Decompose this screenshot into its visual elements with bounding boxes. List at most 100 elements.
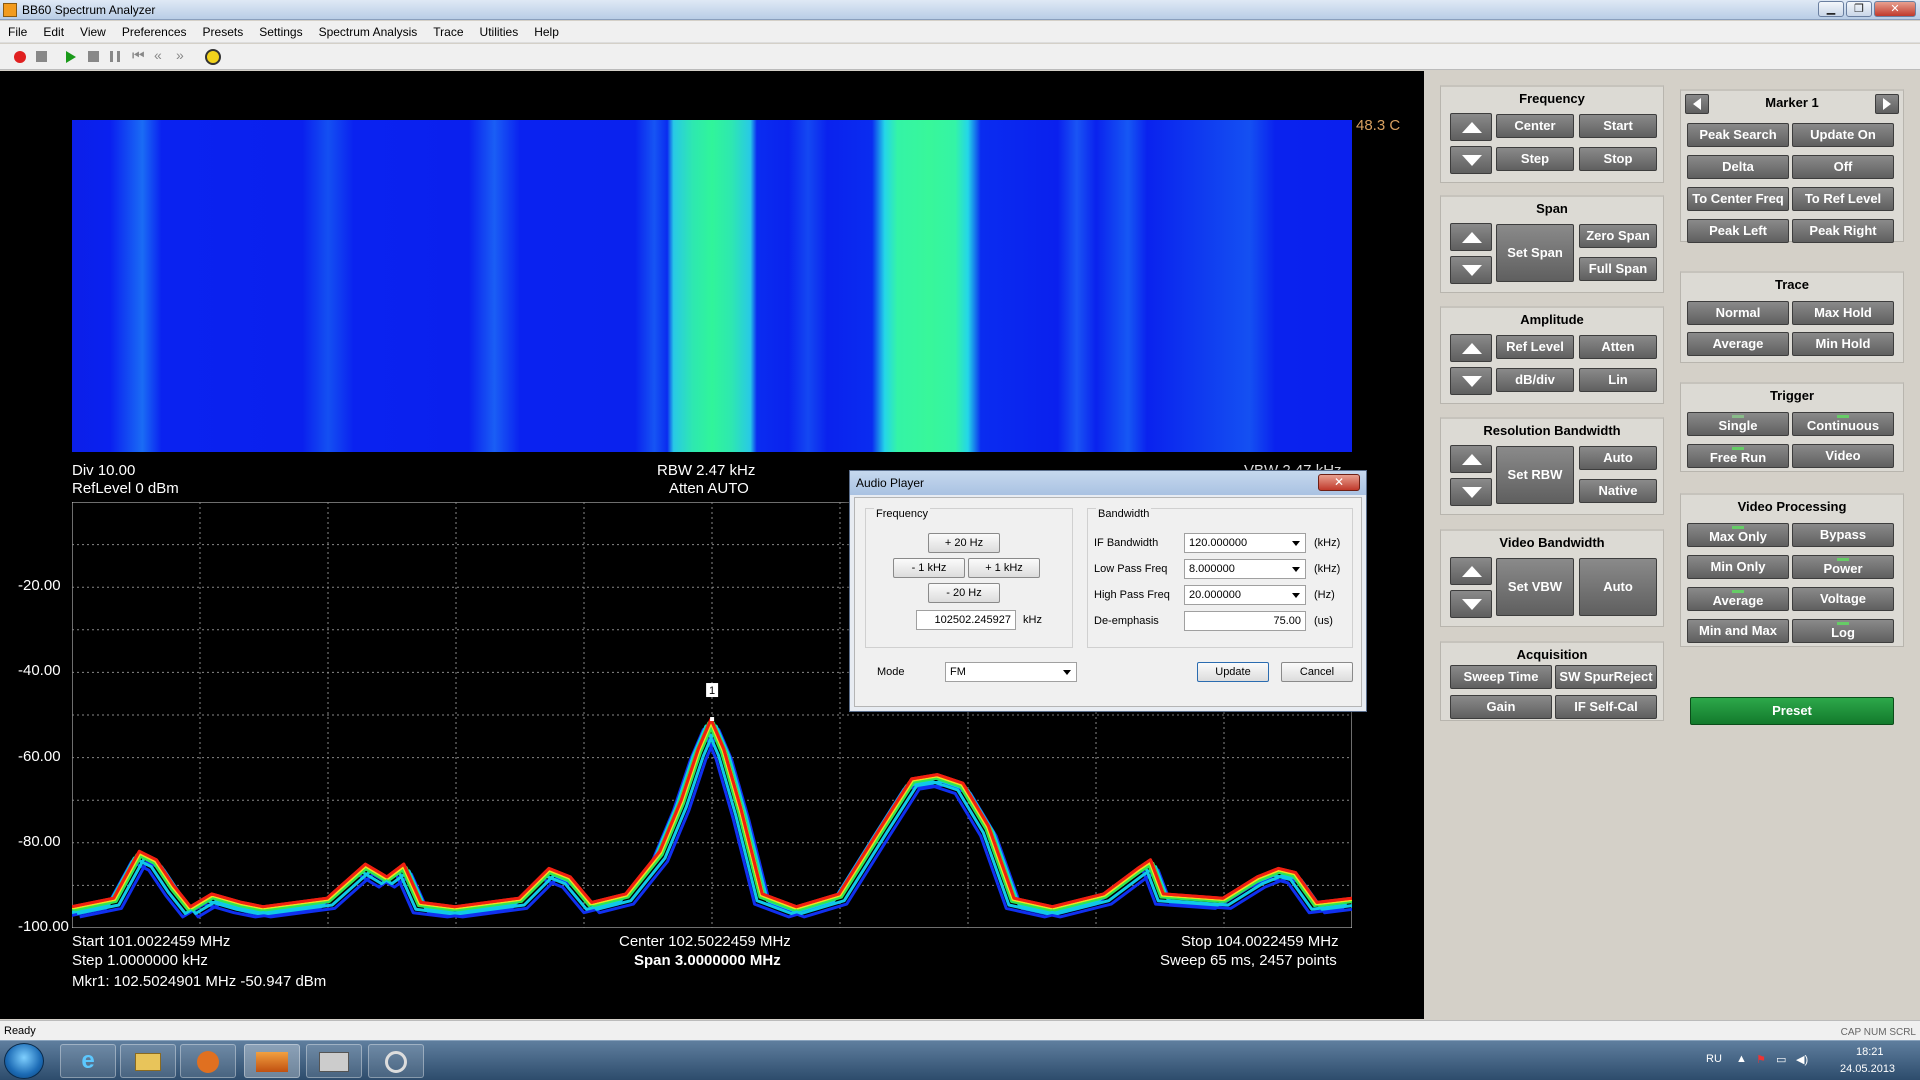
voltage-button[interactable]: Voltage xyxy=(1792,587,1894,611)
rbw-down-button[interactable] xyxy=(1450,478,1492,506)
peak-search-button[interactable]: Peak Search xyxy=(1687,123,1789,147)
rewind-icon[interactable]: ⏮ xyxy=(132,47,146,63)
minimize-button[interactable]: ▁ xyxy=(1818,1,1844,17)
marker-off-button[interactable]: Off xyxy=(1792,155,1894,179)
media-taskbar-button[interactable] xyxy=(180,1044,236,1078)
menu-help[interactable]: Help xyxy=(526,21,567,43)
de-emphasis-input[interactable]: 75.00 xyxy=(1184,611,1306,631)
tools-taskbar-button[interactable] xyxy=(368,1044,424,1078)
bypass-button[interactable]: Bypass xyxy=(1792,523,1894,547)
amplitude-up-button[interactable] xyxy=(1450,334,1492,362)
set-span-button[interactable]: Set Span xyxy=(1496,224,1574,282)
gain-button[interactable]: Gain xyxy=(1450,695,1552,719)
plus-1khz-button[interactable]: + 1 kHz xyxy=(968,558,1040,578)
update-on-button[interactable]: Update On xyxy=(1792,123,1894,147)
db-div-button[interactable]: dB/div xyxy=(1496,368,1574,392)
close-button[interactable]: ✕ xyxy=(1874,1,1916,17)
video-trigger-button[interactable]: Video xyxy=(1792,444,1894,468)
vbw-down-button[interactable] xyxy=(1450,590,1492,618)
stop-icon[interactable] xyxy=(36,51,47,62)
preset-button[interactable]: Preset xyxy=(1690,697,1894,725)
to-center-freq-button[interactable]: To Center Freq xyxy=(1687,187,1789,211)
frequency-down-button[interactable] xyxy=(1450,146,1492,174)
clock-time[interactable]: 18:21 xyxy=(1856,1046,1884,1058)
play-icon[interactable] xyxy=(66,51,76,63)
menu-presets[interactable]: Presets xyxy=(195,21,252,43)
to-ref-level-button[interactable]: To Ref Level xyxy=(1792,187,1894,211)
free-run-button[interactable]: Free Run xyxy=(1687,444,1789,468)
lin-button[interactable]: Lin xyxy=(1579,368,1657,392)
set-vbw-button[interactable]: Set VBW xyxy=(1496,558,1574,616)
if-bandwidth-select[interactable]: 120.000000 xyxy=(1184,533,1306,553)
delta-button[interactable]: Delta xyxy=(1687,155,1789,179)
zero-span-button[interactable]: Zero Span xyxy=(1579,224,1657,248)
ref-level-button[interactable]: Ref Level xyxy=(1496,335,1574,359)
network-icon[interactable]: ▭ xyxy=(1776,1053,1786,1066)
center-button[interactable]: Center xyxy=(1496,114,1574,138)
max-only-button[interactable]: Max Only xyxy=(1687,523,1789,547)
app-taskbar-button[interactable] xyxy=(306,1044,362,1078)
min-and-max-button[interactable]: Min and Max xyxy=(1687,619,1789,643)
sweep-icon[interactable] xyxy=(205,49,221,65)
sw-spur-reject-button[interactable]: SW SpurReject xyxy=(1555,665,1657,689)
start-button[interactable]: Start xyxy=(1579,114,1657,138)
explorer-taskbar-button[interactable] xyxy=(120,1044,176,1078)
maximize-button[interactable]: ❐ xyxy=(1846,1,1872,17)
update-button[interactable]: Update xyxy=(1197,662,1269,682)
frequency-up-button[interactable] xyxy=(1450,113,1492,141)
menu-file[interactable]: File xyxy=(0,21,35,43)
step-back-icon[interactable]: « xyxy=(154,47,168,63)
rbw-auto-button[interactable]: Auto xyxy=(1579,446,1657,470)
step-button[interactable]: Step xyxy=(1496,147,1574,171)
low-pass-select[interactable]: 8.000000 xyxy=(1184,559,1306,579)
tray-chevron-icon[interactable]: ▲ xyxy=(1736,1053,1747,1065)
flag-icon[interactable]: ⚑ xyxy=(1756,1053,1766,1066)
stop-icon[interactable] xyxy=(88,51,99,62)
marker-next-button[interactable] xyxy=(1875,94,1899,114)
minus-20hz-button[interactable]: - 20 Hz xyxy=(928,583,1000,603)
span-down-button[interactable] xyxy=(1450,256,1492,284)
menu-edit[interactable]: Edit xyxy=(35,21,72,43)
normal-trace-button[interactable]: Normal xyxy=(1687,301,1789,325)
atten-button[interactable]: Atten xyxy=(1579,335,1657,359)
start-button[interactable] xyxy=(4,1043,44,1079)
mode-select[interactable]: FM xyxy=(945,662,1077,682)
average-trace-button[interactable]: Average xyxy=(1687,332,1789,356)
if-self-cal-button[interactable]: IF Self-Cal xyxy=(1555,695,1657,719)
pause-icon[interactable] xyxy=(110,51,120,62)
browser-taskbar-button[interactable]: e xyxy=(60,1044,116,1078)
span-up-button[interactable] xyxy=(1450,223,1492,251)
peak-right-button[interactable]: Peak Right xyxy=(1792,219,1894,243)
menu-spectrum-analysis[interactable]: Spectrum Analysis xyxy=(311,21,426,43)
high-pass-select[interactable]: 20.000000 xyxy=(1184,585,1306,605)
max-hold-button[interactable]: Max Hold xyxy=(1792,301,1894,325)
single-trigger-button[interactable]: Single xyxy=(1687,412,1789,436)
stop-button[interactable]: Stop xyxy=(1579,147,1657,171)
vp-average-button[interactable]: Average xyxy=(1687,587,1789,611)
full-span-button[interactable]: Full Span xyxy=(1579,257,1657,281)
dialog-close-button[interactable]: ✕ xyxy=(1318,474,1360,491)
clock-date[interactable]: 24.05.2013 xyxy=(1840,1063,1895,1075)
rbw-native-button[interactable]: Native xyxy=(1579,479,1657,503)
menu-preferences[interactable]: Preferences xyxy=(114,21,195,43)
log-button[interactable]: Log xyxy=(1792,619,1894,643)
menu-utilities[interactable]: Utilities xyxy=(472,21,527,43)
menu-view[interactable]: View xyxy=(72,21,114,43)
sweep-time-button[interactable]: Sweep Time xyxy=(1450,665,1552,689)
record-icon[interactable] xyxy=(14,51,26,63)
peak-left-button[interactable]: Peak Left xyxy=(1687,219,1789,243)
menu-settings[interactable]: Settings xyxy=(251,21,310,43)
spectrum-analyzer-taskbar-button[interactable] xyxy=(244,1044,300,1078)
language-indicator[interactable]: RU xyxy=(1706,1053,1722,1065)
menu-trace[interactable]: Trace xyxy=(425,21,471,43)
frequency-input[interactable]: 102502.245927 xyxy=(916,610,1016,630)
amplitude-down-button[interactable] xyxy=(1450,367,1492,395)
power-button[interactable]: Power xyxy=(1792,555,1894,579)
min-hold-button[interactable]: Min Hold xyxy=(1792,332,1894,356)
min-only-button[interactable]: Min Only xyxy=(1687,555,1789,579)
continuous-trigger-button[interactable]: Continuous xyxy=(1792,412,1894,436)
volume-icon[interactable]: ◀) xyxy=(1796,1053,1808,1066)
plus-20hz-button[interactable]: + 20 Hz xyxy=(928,533,1000,553)
vbw-auto-button[interactable]: Auto xyxy=(1579,558,1657,616)
minus-1khz-button[interactable]: - 1 kHz xyxy=(893,558,965,578)
